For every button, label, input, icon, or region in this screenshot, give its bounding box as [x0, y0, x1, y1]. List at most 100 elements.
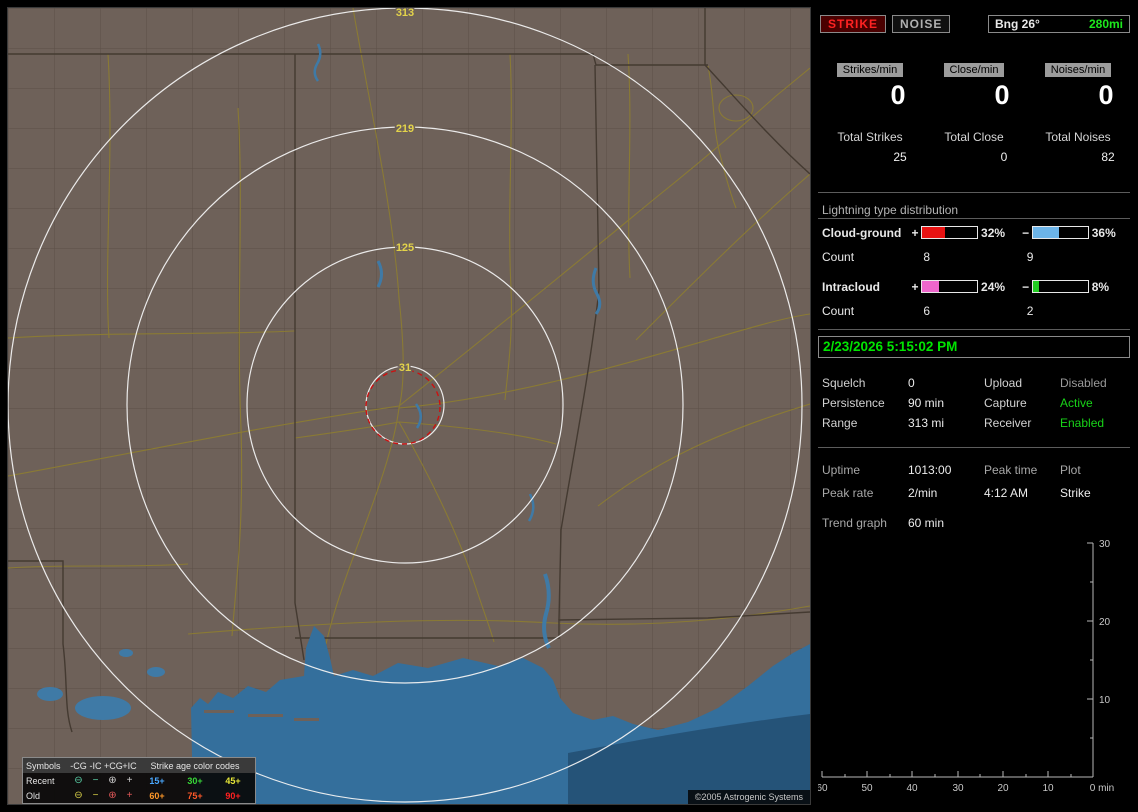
count-label: Count — [822, 250, 855, 264]
plot-value: Strike — [1060, 486, 1091, 500]
total-strikes-value: 25 — [893, 150, 907, 164]
intracloud-pos-count: 6 — [923, 304, 931, 318]
status-row-2: Peak rate 2/min 4:12 AM Strike — [818, 486, 1130, 500]
cloud-ground-pos-count: 8 — [923, 250, 931, 264]
intracloud-label: Intracloud — [822, 279, 881, 294]
x-tick-20: 20 — [997, 783, 1009, 794]
age-45: 45+ — [225, 775, 241, 786]
close-per-min-chip: Close/min — [943, 63, 1005, 77]
age-30: 30+ — [187, 775, 203, 786]
old-ncg-icon: ⊖ — [74, 789, 83, 801]
squelch-value: 0 — [908, 376, 915, 390]
old-nic-icon: − — [92, 789, 99, 801]
intracloud-pos-pct: 24% — [981, 279, 1006, 294]
separator — [818, 447, 1130, 448]
recent-ncg-icon: ⊖ — [74, 774, 83, 786]
separator — [818, 329, 1130, 330]
distribution-title: Lightning type distribution — [822, 203, 959, 217]
legend-symbols-header: Symbols — [26, 760, 61, 771]
cloud-ground-pos-pct: 32% — [981, 225, 1006, 240]
x-tick-0min: 0 min — [1090, 783, 1114, 794]
receiver-label: Receiver — [984, 416, 1032, 430]
persistence-label: Persistence — [822, 396, 885, 410]
age-90: 90+ — [225, 790, 241, 801]
intracloud-neg-pct: 8% — [1091, 279, 1110, 294]
total-noises-value: 82 — [1101, 150, 1115, 164]
status-row-1: Uptime 1013:00 Peak time Plot — [818, 463, 1130, 477]
datetime-display: 2/23/2026 5:15:02 PM — [818, 336, 1130, 358]
copyright-text: ©2005 Astrogenic Systems — [687, 790, 810, 804]
old-pcg-icon: ⊕ — [108, 789, 117, 801]
x-tick-30: 30 — [952, 783, 964, 794]
ring-label-219: 219 — [396, 123, 414, 135]
strike-indicator[interactable]: STRIKE — [820, 15, 887, 33]
noises-per-min-value: 0 — [1098, 80, 1114, 110]
map-svg: 313 219 125 31 — [8, 8, 810, 804]
legend-col-nic: -IC — [89, 760, 102, 771]
peak-time-value: 4:12 AM — [984, 486, 1029, 500]
cloud-ground-row: Cloud-ground + 32% − 36% — [818, 225, 1130, 240]
total-noises-label: Total Noises — [1045, 130, 1111, 144]
trend-graph-row: Trend graph 60 min — [818, 516, 1130, 530]
capture-label: Capture — [984, 396, 1027, 410]
legend-row-old: Old ⊖ − ⊕ + 60+ 75+ 90+ — [23, 788, 255, 803]
separator — [818, 192, 1130, 193]
recent-pic-icon: + — [126, 774, 133, 786]
legend-header-row: Symbols -CG -IC +CG +IC Strike age color… — [23, 758, 255, 773]
x-tick-10: 10 — [1042, 783, 1054, 794]
uptime-label: Uptime — [822, 463, 861, 477]
strikes-per-min-col: Strikes/min 0 — [818, 62, 922, 111]
bearing-value: Bng 26° — [995, 17, 1040, 31]
plus-sign: + — [911, 225, 919, 240]
y-tick-30: 30 — [1099, 539, 1111, 550]
legend-old-label: Old — [26, 790, 41, 801]
x-tick-40: 40 — [906, 783, 918, 794]
legend-col-pcg: +CG — [104, 760, 123, 771]
trend-graph-value: 60 min — [908, 516, 945, 530]
ring-label-125: 125 — [396, 242, 414, 254]
peak-time-label: Peak time — [984, 463, 1038, 477]
settings-row-2: Persistence 90 min Capture Active — [818, 396, 1130, 410]
noises-per-min-chip: Noises/min — [1044, 63, 1112, 77]
range-value: 313 mi — [908, 416, 945, 430]
cloud-ground-pos-bar — [921, 226, 979, 239]
distance-value: 280mi — [1088, 17, 1123, 31]
trend-graph-label: Trend graph — [822, 516, 887, 530]
count-label: Count — [822, 304, 855, 318]
legend-age-header: Strike age color codes — [150, 760, 240, 771]
receiver-value: Enabled — [1060, 416, 1105, 430]
recent-pcg-icon: ⊕ — [108, 774, 117, 786]
squelch-label: Squelch — [822, 376, 866, 390]
ring-label-31: 31 — [399, 362, 411, 374]
map-legend: Symbols -CG -IC +CG +IC Strike age color… — [22, 757, 256, 804]
settings-row-1: Squelch 0 Upload Disabled — [818, 376, 1130, 390]
settings-row-3: Range 313 mi Receiver Enabled — [818, 416, 1130, 430]
cloud-ground-neg-pct: 36% — [1091, 225, 1116, 240]
indicator-row: STRIKE NOISE Bng 26° 280mi — [818, 15, 1130, 33]
legend-col-pic: +IC — [122, 760, 137, 771]
bearing-distance-box: Bng 26° 280mi — [988, 15, 1130, 33]
intracloud-pos-bar — [921, 280, 979, 293]
minus-sign: − — [1022, 279, 1030, 294]
status-panel: STRIKE NOISE Bng 26° 280mi Strikes/min 0… — [818, 0, 1130, 812]
y-tick-10: 10 — [1099, 695, 1111, 706]
intracloud-count-row: Count 6 2 — [818, 304, 1130, 318]
intracloud-neg-bar — [1032, 280, 1089, 293]
total-strikes-col: Total Strikes 25 — [818, 130, 922, 164]
range-label: Range — [822, 416, 858, 430]
upload-label: Upload — [984, 376, 1023, 390]
strikes-per-min-chip: Strikes/min — [836, 63, 904, 77]
strikes-per-min-value: 0 — [890, 80, 906, 110]
age-75: 75+ — [187, 790, 203, 801]
noise-indicator[interactable]: NOISE — [892, 15, 951, 33]
total-strikes-label: Total Strikes — [837, 130, 903, 144]
age-15: 15+ — [149, 775, 165, 786]
close-per-min-value: 0 — [994, 80, 1010, 110]
legend-recent-label: Recent — [26, 775, 55, 786]
cloud-ground-label: Cloud-ground — [822, 225, 902, 240]
uptime-value: 1013:00 — [908, 463, 952, 477]
peak-rate-label: Peak rate — [822, 486, 874, 500]
trend-graph: 30 20 10 60 50 40 30 20 10 0 min — [818, 539, 1114, 794]
trend-graph-axes — [821, 542, 1094, 778]
plus-sign: + — [911, 279, 919, 294]
